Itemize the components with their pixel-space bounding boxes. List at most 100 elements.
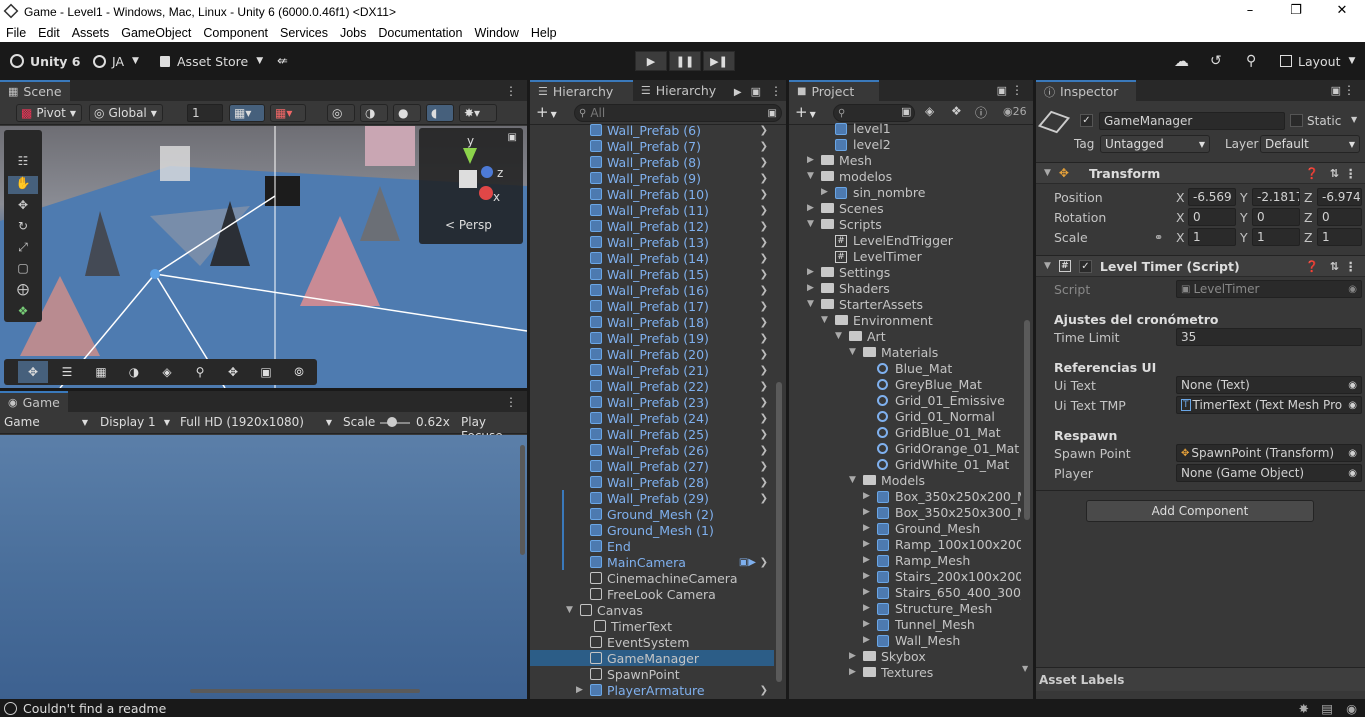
project-item[interactable]: ▶ Skybox bbox=[789, 648, 1021, 664]
persp-label[interactable]: < Persp bbox=[445, 218, 492, 232]
grid-visibility-button[interactable]: ▦▾ bbox=[270, 104, 306, 122]
project-item[interactable]: ▶ Stairs_200x100x200_N bbox=[789, 568, 1021, 584]
expand-arrow-icon[interactable]: ▶ bbox=[807, 155, 814, 165]
expand-arrow-icon[interactable]: ▼ bbox=[821, 315, 828, 325]
tab-scene[interactable]: ▦ Scene bbox=[0, 80, 70, 101]
open-prefab-icon[interactable]: ❯ bbox=[760, 429, 768, 440]
layer-dropdown[interactable]: Default ▼ bbox=[1260, 135, 1360, 153]
scale-slider-knob[interactable] bbox=[387, 417, 397, 427]
progress-icon[interactable]: ◉ bbox=[1346, 701, 1357, 716]
hierarchy-menu-icon[interactable]: ⋮ bbox=[766, 84, 786, 101]
add-button[interactable]: + ▼ bbox=[536, 103, 557, 121]
sphere-icon[interactable]: ◑ bbox=[119, 361, 149, 383]
open-prefab-icon[interactable]: ❯ bbox=[760, 333, 768, 344]
hierarchy-item[interactable]: Wall_Prefab (27) ❯ bbox=[530, 458, 774, 474]
open-prefab-icon[interactable]: ❯ bbox=[760, 477, 768, 488]
open-prefab-icon[interactable]: ❯ bbox=[760, 221, 768, 232]
expand-arrow-icon[interactable]: ▶ bbox=[807, 283, 814, 293]
time-limit-field[interactable]: 35 bbox=[1176, 328, 1362, 346]
grid-size-field[interactable]: 1 bbox=[187, 104, 223, 122]
open-prefab-icon[interactable]: ❯ bbox=[760, 301, 768, 312]
zoom-icon[interactable]: ⚲ bbox=[185, 361, 215, 383]
tab-hierarchy-2[interactable]: ☰ Hierarchy bbox=[632, 80, 730, 101]
hidden-count[interactable]: ◉26 bbox=[1003, 105, 1027, 118]
expand-arrow-icon[interactable]: ▼ bbox=[835, 331, 842, 341]
lock-icon[interactable]: ▣ bbox=[746, 85, 766, 101]
hierarchy-item[interactable]: End bbox=[530, 538, 774, 554]
expand-arrow-icon[interactable]: ▶ bbox=[576, 685, 583, 695]
collapse-icon[interactable]: ▼ bbox=[1044, 261, 1051, 271]
hierarchy-item[interactable]: Wall_Prefab (15) ❯ bbox=[530, 266, 774, 282]
project-item[interactable]: ▶ Wall_Mesh bbox=[789, 632, 1021, 648]
step-button[interactable]: ▶❚ bbox=[703, 51, 735, 71]
project-item[interactable]: ▶ Structure_Mesh bbox=[789, 600, 1021, 616]
hierarchy-item[interactable]: Wall_Prefab (7) ❯ bbox=[530, 138, 774, 154]
hierarchy-item[interactable]: ▼ Canvas bbox=[530, 602, 774, 618]
gizmo-center[interactable] bbox=[459, 170, 477, 188]
hierarchy-item[interactable]: ▶ PlayerArmature ❯ bbox=[530, 682, 774, 698]
warning-icon[interactable]: ⓘ bbox=[975, 104, 987, 121]
hierarchy-item[interactable]: Wall_Prefab (24) ❯ bbox=[530, 410, 774, 426]
project-item[interactable]: ▶ Mesh bbox=[789, 152, 1021, 168]
custom-tool-icon[interactable]: ❖ bbox=[8, 304, 38, 322]
expand-arrow-icon[interactable]: ▶ bbox=[863, 619, 870, 629]
object-name-field[interactable]: GameManager bbox=[1099, 112, 1285, 130]
game-hscrollbar[interactable] bbox=[190, 689, 420, 693]
search-icon[interactable]: ⚲ bbox=[1246, 42, 1256, 80]
menu-edit[interactable]: Edit bbox=[32, 26, 66, 40]
menu-help[interactable]: Help bbox=[525, 26, 563, 40]
maximize-icon[interactable]: ❐ bbox=[1273, 0, 1319, 23]
scroll-down-icon[interactable]: ▼ bbox=[1022, 664, 1028, 673]
hierarchy-item[interactable]: Ground_Mesh (1) bbox=[530, 522, 774, 538]
create-button[interactable]: + ▼ bbox=[795, 103, 816, 121]
hierarchy-item[interactable]: Wall_Prefab (10) ❯ bbox=[530, 186, 774, 202]
project-item[interactable]: level1 bbox=[789, 120, 1021, 136]
scene-menu-icon[interactable]: ⋮ bbox=[505, 84, 517, 98]
rot-z-field[interactable]: 0 bbox=[1317, 208, 1362, 226]
add-component-button[interactable]: Add Component bbox=[1086, 500, 1314, 522]
constrain-scale-icon[interactable]: ⚭ bbox=[1154, 231, 1163, 244]
expand-arrow-icon[interactable]: ▼ bbox=[807, 299, 814, 309]
tab-game[interactable]: ◉ Game bbox=[0, 391, 68, 412]
project-item[interactable]: ▼ StarterAssets bbox=[789, 296, 1021, 312]
component-menu-icon[interactable]: ⋮ bbox=[1345, 166, 1358, 181]
gizmo-cone-x[interactable] bbox=[479, 186, 493, 200]
project-menu-icon[interactable]: ⋮ bbox=[1011, 83, 1023, 97]
expand-arrow-icon[interactable]: ▼ bbox=[849, 475, 856, 485]
open-prefab-icon[interactable]: ❯ bbox=[760, 445, 768, 456]
hierarchy-item[interactable]: Wall_Prefab (13) ❯ bbox=[530, 234, 774, 250]
project-item[interactable]: GridWhite_01_Mat bbox=[789, 456, 1021, 472]
open-prefab-icon[interactable]: ❯ bbox=[760, 285, 768, 296]
transform-header[interactable]: ▼ ✥ Transform ❓ ⇅ ⋮ bbox=[1036, 162, 1365, 184]
global-dropdown[interactable]: ◎ Global ▼ bbox=[89, 104, 163, 122]
asset-labels-bar[interactable]: Asset Labels bbox=[1036, 667, 1365, 691]
rotate-tool-icon[interactable]: ↻ bbox=[8, 219, 38, 237]
project-item[interactable]: ▶ Ground_Mesh bbox=[789, 520, 1021, 536]
hierarchy-item[interactable]: Wall_Prefab (25) ❯ bbox=[530, 426, 774, 442]
debug-icon[interactable]: ✸ bbox=[1299, 701, 1309, 716]
open-prefab-icon[interactable]: ❯ bbox=[760, 125, 768, 136]
hierarchy-item[interactable]: Wall_Prefab (23) ❯ bbox=[530, 394, 774, 410]
menu-jobs[interactable]: Jobs bbox=[334, 26, 372, 40]
player-field[interactable]: None (Game Object) ◉ bbox=[1176, 464, 1362, 482]
close-icon[interactable]: ✕ bbox=[1319, 0, 1365, 23]
preset-icon[interactable]: ⇅ bbox=[1330, 260, 1339, 273]
project-item[interactable]: ▶ Box_350x250x200_Me bbox=[789, 488, 1021, 504]
cloud-icon[interactable]: ☁ bbox=[1174, 42, 1189, 80]
hierarchy-search[interactable]: ⚲ All ▣ bbox=[574, 104, 782, 122]
project-item[interactable]: # LevelEndTrigger bbox=[789, 232, 1021, 248]
effects-dropdown[interactable]: ✸▾ bbox=[459, 104, 497, 122]
expand-arrow-icon[interactable]: ▶ bbox=[863, 635, 870, 645]
game-menu-icon[interactable]: ⋮ bbox=[505, 395, 517, 409]
hierarchy-item[interactable]: SpawnPoint bbox=[530, 666, 774, 682]
scene-viewport[interactable]: ☷ ✋ ✥ ↻ ⤢ ▢ ⨁ ❖ y z x ▣ < Persp ✥ ☰ ▦ ◑ bbox=[0, 126, 527, 388]
lock-icon[interactable]: ▣ bbox=[508, 132, 517, 143]
open-prefab-icon[interactable]: ❯ bbox=[760, 557, 768, 568]
account-dropdown[interactable]: JA ▼ bbox=[93, 42, 139, 80]
hierarchy-item[interactable]: Wall_Prefab (18) ❯ bbox=[530, 314, 774, 330]
rect-tool-icon[interactable]: ▢ bbox=[8, 261, 38, 279]
project-item[interactable]: GridBlue_01_Mat bbox=[789, 424, 1021, 440]
project-scrollbar[interactable] bbox=[1024, 320, 1030, 520]
project-item[interactable]: GridOrange_01_Mat bbox=[789, 440, 1021, 456]
object-picker-icon[interactable]: ◉ bbox=[1348, 380, 1357, 391]
